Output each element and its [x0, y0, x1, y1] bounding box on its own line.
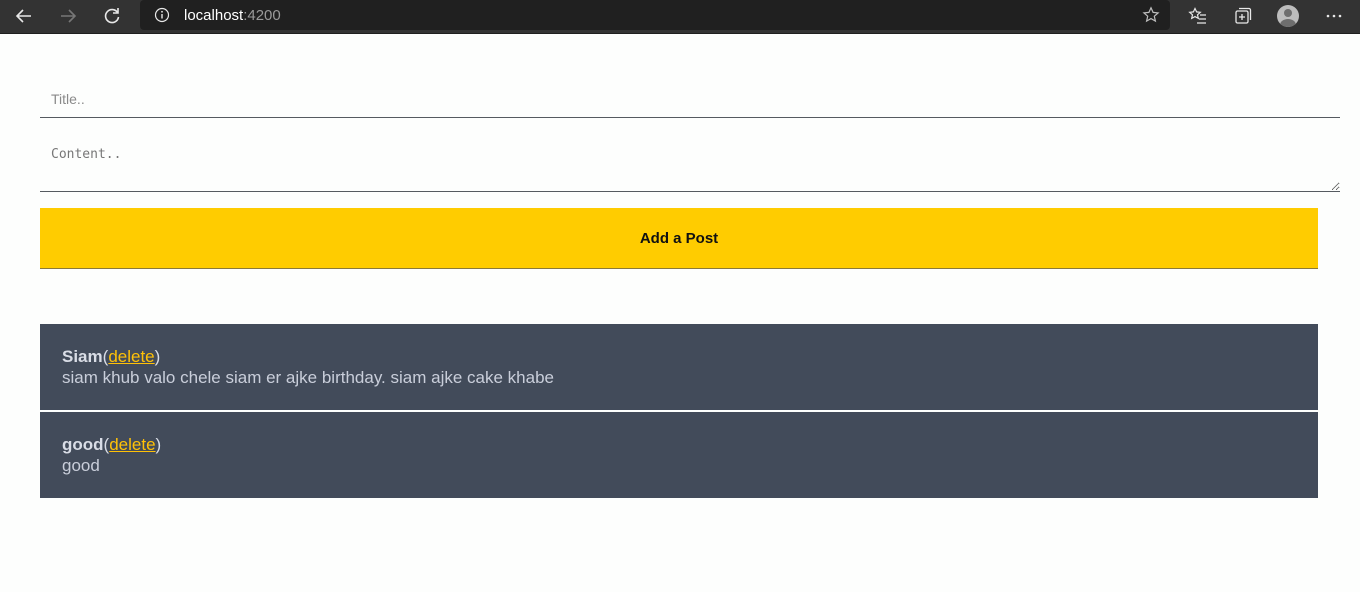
refresh-icon: [104, 8, 120, 24]
post-header: Siam(delete): [62, 346, 1296, 367]
post-title: good: [62, 435, 104, 454]
back-arrow-icon: [15, 9, 31, 23]
forward-button[interactable]: [53, 3, 83, 29]
address-bar[interactable]: localhost:4200: [140, 0, 1170, 30]
refresh-button[interactable]: [97, 3, 127, 29]
title-input[interactable]: [40, 80, 1340, 118]
post-title: Siam: [62, 347, 103, 366]
avatar: [1277, 5, 1299, 27]
back-button[interactable]: [9, 3, 39, 29]
url-port: :4200: [243, 7, 281, 24]
close-paren: ): [154, 347, 161, 366]
url-host: localhost: [184, 7, 244, 24]
favorites-list-icon: [1188, 7, 1206, 24]
collections-icon: [1235, 7, 1252, 24]
url-text[interactable]: localhost:4200: [184, 7, 281, 24]
forward-arrow-icon: [61, 9, 77, 23]
collections-button[interactable]: [1228, 3, 1258, 29]
delete-link[interactable]: delete: [109, 435, 155, 454]
content-textarea[interactable]: [40, 137, 1340, 192]
more-dots-icon: [1326, 14, 1342, 18]
more-options-button[interactable]: [1319, 3, 1349, 29]
post-item: good(delete) good: [40, 412, 1318, 498]
favorites-button[interactable]: [1183, 3, 1213, 29]
post-header: good(delete): [62, 434, 1296, 455]
post-content: good: [62, 456, 100, 475]
delete-link[interactable]: delete: [108, 347, 154, 366]
post-item: Siam(delete) siam khub valo chele siam e…: [40, 324, 1318, 410]
info-icon[interactable]: [154, 7, 170, 23]
post-list: Siam(delete) siam khub valo chele siam e…: [40, 324, 1318, 500]
favorite-star-icon[interactable]: [1142, 6, 1160, 24]
add-post-button[interactable]: Add a Post: [40, 208, 1318, 269]
close-paren: ): [155, 435, 162, 454]
post-content: siam khub valo chele siam er ajke birthd…: [62, 368, 554, 387]
browser-toolbar: localhost:4200: [0, 0, 1360, 34]
profile-button[interactable]: [1273, 3, 1303, 29]
